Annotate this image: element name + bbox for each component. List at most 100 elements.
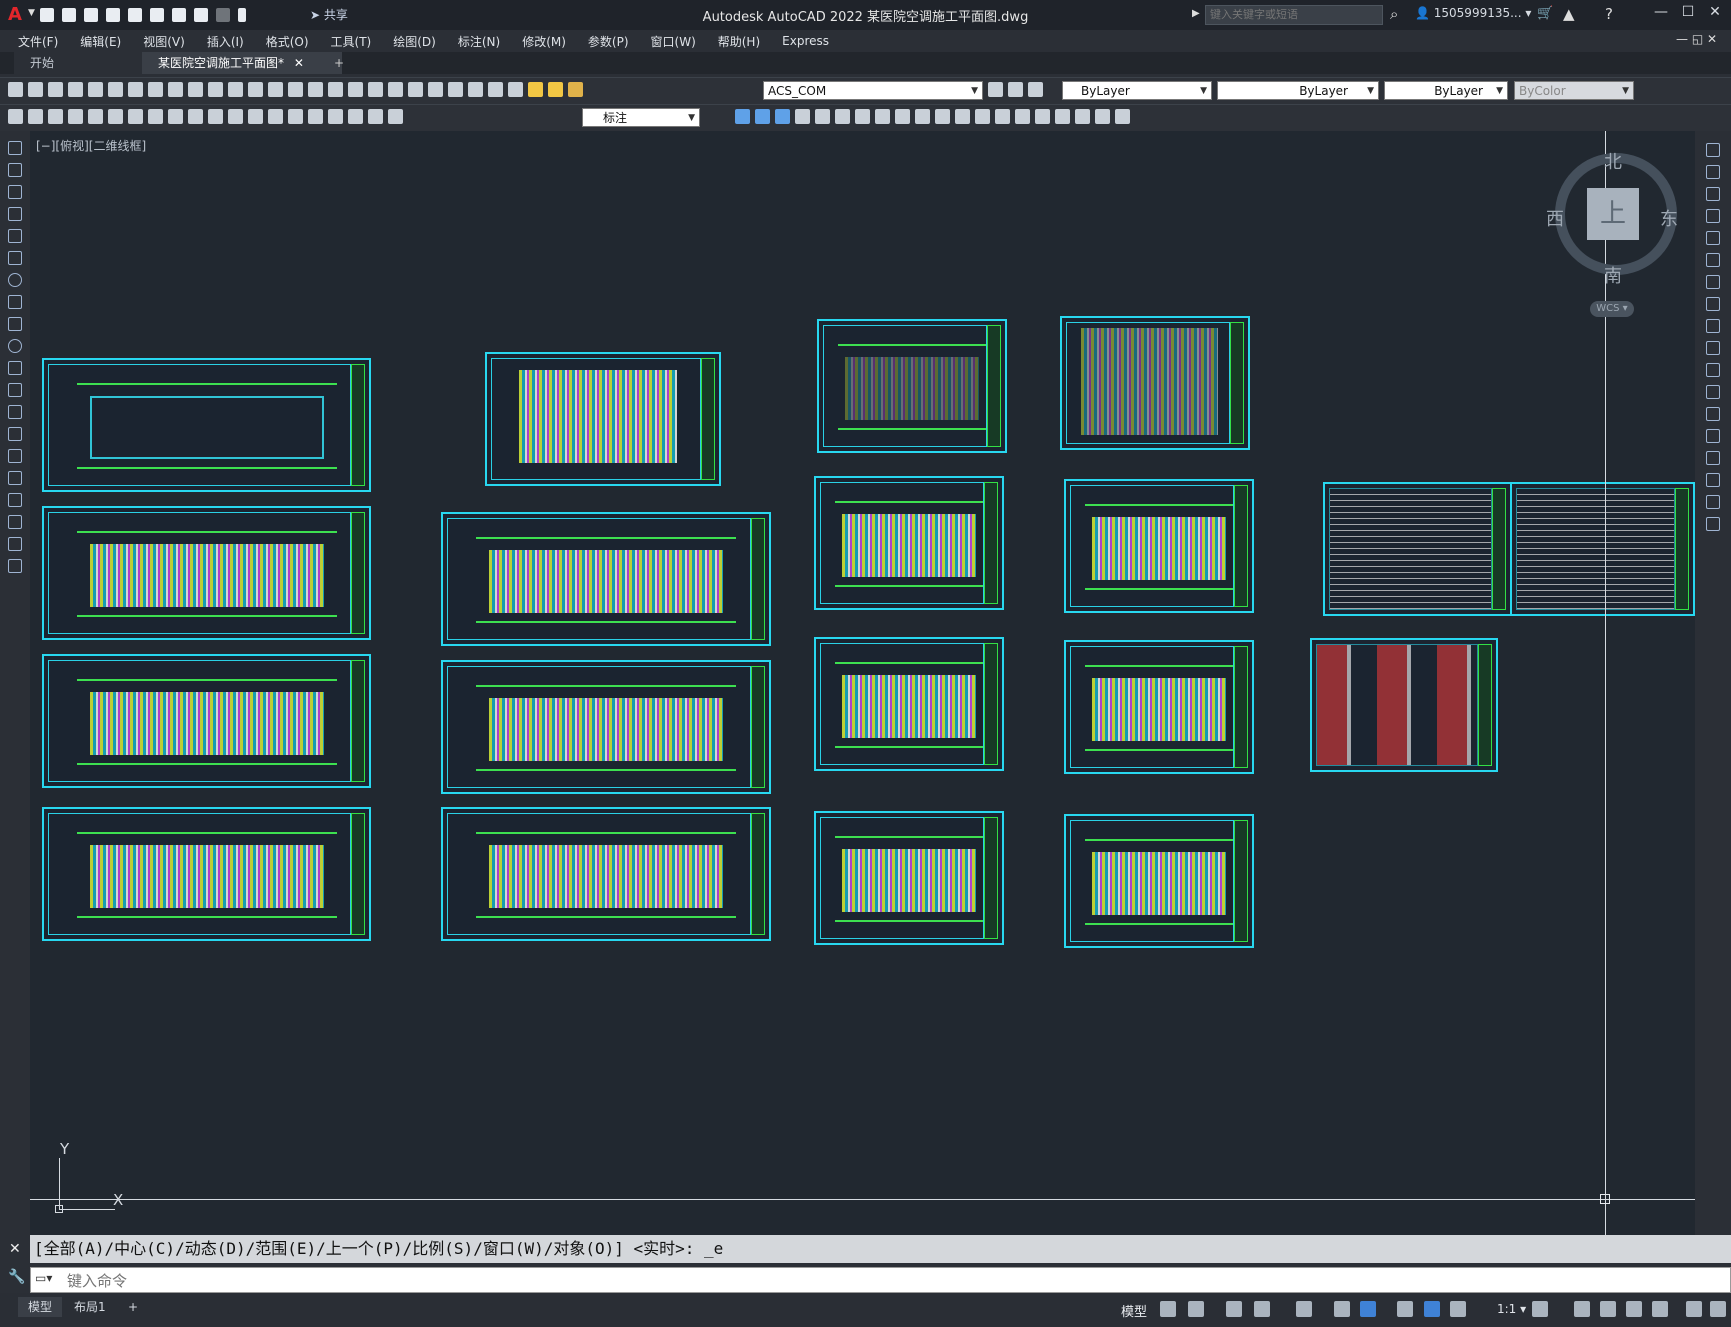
region-icon[interactable] [8,493,22,507]
menu-express[interactable]: Express [782,34,829,48]
copy-icon[interactable] [168,82,183,97]
drawing-sheet[interactable] [1060,316,1250,450]
dim-baseline-icon[interactable] [188,109,203,124]
undo-icon[interactable] [248,82,263,97]
inspect-icon[interactable] [308,109,323,124]
extend-icon[interactable] [1706,363,1720,377]
make-current-icon[interactable] [988,82,1003,97]
copy-object-icon[interactable] [735,109,750,124]
drawing-sheet[interactable] [42,654,371,788]
dim-update-icon[interactable] [388,109,403,124]
search-expand-icon[interactable]: ▶ [1192,8,1200,19]
spline-icon[interactable] [8,317,22,331]
dim-arc-icon[interactable] [48,109,63,124]
rotate-icon[interactable] [835,109,850,124]
dim-text-edit-icon[interactable] [368,109,383,124]
polygon-icon[interactable] [8,207,22,221]
workspace-gear-icon[interactable] [1532,1301,1548,1317]
ellipse-arc-icon[interactable] [8,361,22,375]
stretch-icon[interactable] [1706,319,1720,333]
dim-ordinate-icon[interactable] [68,109,83,124]
sheet-set-icon[interactable] [428,82,443,97]
erase-icon[interactable] [1706,143,1720,157]
cut-icon[interactable] [148,82,163,97]
drawing-sheet[interactable] [441,512,771,646]
dim-space-icon[interactable] [228,109,243,124]
drawing-sheet[interactable] [485,352,721,486]
point-icon[interactable] [8,427,22,441]
layer-lock-icon[interactable] [568,82,583,97]
zoom-window-icon[interactable] [328,82,343,97]
match-properties-icon[interactable] [208,82,223,97]
isolate-objects-icon[interactable] [1626,1301,1642,1317]
menu-edit[interactable]: 编辑(E) [80,33,121,50]
annotation-visibility-icon[interactable] [1424,1301,1440,1317]
break-icon[interactable] [935,109,950,124]
isodraft-icon[interactable] [1296,1301,1312,1317]
menu-view[interactable]: 视图(V) [143,33,185,50]
minimize-button[interactable]: — [1650,4,1672,24]
hatch-icon[interactable] [8,449,22,463]
hardware-acceleration-icon[interactable] [1652,1301,1668,1317]
break-point-icon[interactable] [1706,385,1720,399]
clean-screen-icon[interactable] [1686,1301,1702,1317]
tab-start[interactable]: 开始 [14,52,156,74]
trim-icon[interactable] [895,109,910,124]
compass-north[interactable]: 北 [1604,148,1622,174]
table-icon[interactable] [8,515,22,529]
fillet-icon[interactable] [1706,473,1720,487]
tab-layout1[interactable]: 布局1 [64,1297,116,1317]
mirror-icon[interactable] [1706,187,1720,201]
wcs-menu[interactable]: WCS ▾ [1590,301,1634,317]
tab-document[interactable]: 某医院空调施工平面图* ✕ [142,52,342,74]
revcloud-icon[interactable] [8,295,22,309]
zoom-realtime-icon[interactable] [308,82,323,97]
construction-line-icon[interactable] [8,163,22,177]
customization-menu-icon[interactable] [1710,1301,1726,1317]
recent-commands-icon[interactable]: ▭▾ [35,1271,52,1285]
chamfer-icon[interactable] [975,109,990,124]
user-account[interactable]: 👤 1505999135... ▾ [1415,6,1531,20]
circle-icon[interactable] [8,273,22,287]
array-icon[interactable] [795,109,810,124]
array-icon[interactable] [1706,231,1720,245]
drawing-sheet[interactable] [441,660,771,794]
make-block-icon[interactable] [8,405,22,419]
compass-west[interactable]: 西 [1546,205,1564,231]
quick-dim-icon[interactable] [168,109,183,124]
notes-sheet[interactable] [1323,482,1512,616]
center-mark-icon[interactable] [288,109,303,124]
trim-icon[interactable] [1706,341,1720,355]
legend-sheet[interactable] [1310,638,1498,772]
layer-select[interactable]: ACS_COM ▼ [763,81,983,100]
drawing-sheet[interactable] [814,476,1004,610]
arc-icon[interactable] [8,251,22,265]
layer-light-icon[interactable] [528,82,543,97]
zoom-previous-icon[interactable] [348,82,363,97]
add-selected-icon[interactable] [8,559,22,573]
grid-icon[interactable] [1160,1301,1176,1317]
join-icon[interactable] [955,109,970,124]
close-tab-icon[interactable]: ✕ [294,56,304,70]
blend-icon[interactable] [1706,495,1720,509]
insert-block-icon[interactable] [8,383,22,397]
menu-format[interactable]: 格式(O) [266,33,309,50]
close-button[interactable]: ✕ [1704,4,1726,24]
dim-edit-icon[interactable] [348,109,363,124]
menu-file[interactable]: 文件(F) [18,33,58,50]
rectangle-icon[interactable] [8,229,22,243]
new-tab-button[interactable]: + [318,52,360,74]
search-input[interactable] [1205,5,1383,25]
dim-radius-icon[interactable] [88,109,103,124]
new-icon[interactable] [8,82,23,97]
command-line-handle[interactable]: ✕ 🔧 [0,1235,30,1293]
pan-icon[interactable] [288,82,303,97]
layer-previous-icon[interactable] [1008,82,1023,97]
lineweight-select[interactable]: ByLayer ▼ [1384,81,1508,100]
copy-icon[interactable] [1706,165,1720,179]
object-snap-tracking-icon[interactable] [1334,1301,1350,1317]
dim-linear-icon[interactable] [8,109,23,124]
menu-help[interactable]: 帮助(H) [718,33,760,50]
scale-icon[interactable] [855,109,870,124]
drawing-sheet[interactable] [814,637,1004,771]
